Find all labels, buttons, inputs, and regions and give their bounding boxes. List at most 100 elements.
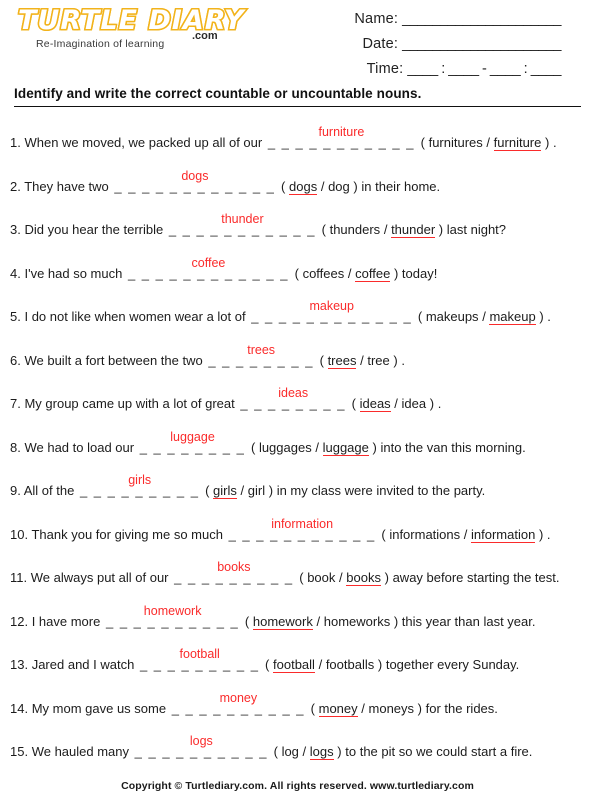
- answer-blank[interactable]: _ _ _ _ _ _ _ _ ideas: [238, 387, 348, 414]
- choice-option-b[interactable]: footballs: [326, 657, 374, 672]
- choice-group: ( luggages / luggage ): [251, 439, 377, 456]
- paren-open: (: [294, 265, 299, 281]
- choice-option-a[interactable]: dogs: [289, 178, 318, 195]
- question-number: 4.: [10, 265, 21, 281]
- brand-logo[interactable]: TURTLE DIARY .com Re-Imagination of lear…: [14, 4, 246, 50]
- answer-blank[interactable]: _ _ _ _ _ _ _ _ _ _ _ _ makeup: [249, 300, 414, 327]
- choice-option-a[interactable]: thunders: [330, 222, 381, 237]
- choice-option-a[interactable]: book: [307, 570, 335, 585]
- time-input-rule[interactable]: ____ : ____ - ____ : ____: [407, 61, 561, 77]
- question-line: 9. All of the _ _ _ _ _ _ _ _ _ girls ( g…: [10, 474, 486, 501]
- choice-separator: /: [318, 657, 323, 672]
- question-number: 14.: [10, 700, 29, 716]
- choice-option-b[interactable]: girl: [248, 483, 265, 498]
- choice-option-a[interactable]: girls: [213, 483, 237, 499]
- choice-option-a[interactable]: luggages: [259, 440, 312, 455]
- answer-blank[interactable]: _ _ _ _ _ _ _ _ _ _ _ _ coffee: [126, 256, 291, 284]
- paren-close: ): [438, 222, 444, 237]
- choice-option-a[interactable]: coffees: [303, 266, 345, 281]
- choice-option-a[interactable]: trees: [327, 352, 357, 369]
- choice-group: ( football / footballs ): [265, 657, 382, 673]
- choice-option-a[interactable]: log: [282, 744, 299, 759]
- title-divider: [14, 106, 581, 107]
- question-text-after-choices: last night?: [446, 222, 507, 237]
- question-number: 2.: [10, 178, 21, 194]
- choice-option-b[interactable]: idea: [402, 396, 427, 411]
- choice-group: ( furnitures / furniture ): [420, 135, 550, 151]
- answer-blank[interactable]: _ _ _ _ _ _ _ _ trees: [206, 343, 316, 371]
- choice-option-b[interactable]: moneys: [369, 701, 415, 716]
- question-number: 8.: [10, 439, 21, 455]
- answer-blank[interactable]: _ _ _ _ _ _ _ _ _ girls: [78, 474, 201, 501]
- choice-option-a[interactable]: furnitures: [429, 135, 483, 150]
- name-input-rule[interactable]: _____________________: [402, 11, 561, 27]
- choice-group: ( homework / homeworks ): [245, 613, 398, 630]
- answer-blank[interactable]: _ _ _ _ _ _ _ _ luggage: [138, 430, 248, 458]
- choice-option-a[interactable]: makeups: [426, 309, 479, 324]
- answer-blank[interactable]: _ _ _ _ _ _ _ _ _ _ _ _ dogs: [112, 169, 277, 197]
- question-text-before-blank: Jared and I watch: [31, 657, 135, 672]
- answer-blank[interactable]: _ _ _ _ _ _ _ _ _ _ homework: [104, 604, 241, 632]
- filled-answer: luggage: [170, 429, 215, 444]
- choice-option-a[interactable]: ideas: [359, 396, 391, 412]
- choice-option-b[interactable]: books: [346, 570, 381, 586]
- question-number: 15.: [10, 744, 29, 759]
- choice-option-b[interactable]: luggage: [322, 439, 369, 456]
- question-text-before-blank: Did you hear the terrible: [24, 222, 164, 237]
- question-text-after-choices: in my class were invited to the party.: [276, 483, 486, 498]
- answer-blank[interactable]: _ _ _ _ _ _ _ _ _ _ money: [170, 691, 307, 719]
- answer-blank[interactable]: _ _ _ _ _ _ _ _ _ books: [172, 561, 295, 588]
- choice-option-b[interactable]: dog: [328, 179, 350, 194]
- answer-blank[interactable]: _ _ _ _ _ _ _ _ _ _ _ information: [227, 517, 378, 545]
- choice-separator: /: [482, 309, 486, 324]
- choice-option-b[interactable]: logs: [309, 744, 334, 760]
- paren-close: ): [353, 178, 358, 194]
- choice-separator: /: [463, 526, 468, 542]
- choice-group: ( ideas / idea ): [352, 396, 434, 412]
- choice-option-a[interactable]: informations: [389, 527, 460, 542]
- choice-option-b[interactable]: information: [471, 526, 536, 543]
- date-input-rule[interactable]: _____________________: [402, 36, 561, 52]
- answer-blank[interactable]: _ _ _ _ _ _ _ _ _ _ logs: [133, 735, 270, 762]
- question-line: 13. Jared and I watch _ _ _ _ _ _ _ _ _ f…: [10, 648, 519, 675]
- answer-blank[interactable]: _ _ _ _ _ _ _ _ _ _ _ furniture: [266, 126, 417, 153]
- question-text-after-choices: .: [552, 135, 557, 150]
- choice-option-b[interactable]: tree: [367, 353, 389, 368]
- answer-blank[interactable]: _ _ _ _ _ _ _ _ _ _ _ thunder: [167, 213, 318, 240]
- choice-option-a[interactable]: money: [318, 700, 358, 717]
- paren-open: (: [321, 222, 326, 237]
- question-text-before-blank: My mom gave us some: [31, 700, 167, 716]
- choice-option-b[interactable]: furniture: [493, 135, 542, 151]
- question-text-before-blank: My group came up with a lot of great: [24, 396, 235, 411]
- paren-close: ): [417, 700, 423, 716]
- choice-group: ( trees / tree ): [320, 352, 398, 369]
- paren-open: (: [281, 178, 286, 194]
- question-line: 4. I've had so much _ _ _ _ _ _ _ _ _ _ …: [10, 256, 438, 284]
- paren-close: ): [545, 135, 550, 150]
- paren-open: (: [420, 135, 425, 150]
- question-text-after-choices: .: [547, 309, 551, 324]
- choice-separator: /: [394, 396, 398, 411]
- question-text-before-blank: We always put all of our: [30, 570, 169, 585]
- question-text-after-choices: today!: [401, 265, 438, 281]
- question-text-before-blank: Thank you for giving me so much: [31, 526, 223, 542]
- choice-option-b[interactable]: makeup: [489, 309, 536, 325]
- filled-answer: books: [217, 560, 251, 574]
- time-field-row: Time: ____ : ____ - ____ : ____: [354, 58, 562, 80]
- choice-option-b[interactable]: homeworks: [324, 614, 390, 629]
- paren-close: ): [393, 265, 399, 281]
- choice-separator: /: [315, 439, 319, 455]
- question-row: 15. We hauled many _ _ _ _ _ _ _ _ _ _ lo…: [10, 735, 585, 786]
- question-line: 6. We built a fort between the two _ _ _…: [10, 343, 405, 371]
- choice-option-b[interactable]: coffee: [355, 265, 391, 282]
- question-row: 1. When we moved, we packed up all of ou…: [10, 126, 585, 177]
- question-number: 9.: [10, 483, 21, 498]
- choice-option-b[interactable]: thunder: [391, 222, 436, 238]
- answer-blank[interactable]: _ _ _ _ _ _ _ _ _ football: [138, 648, 261, 675]
- choice-option-a[interactable]: football: [273, 657, 315, 673]
- choice-group: ( money / moneys ): [311, 700, 423, 717]
- copyright-footer: Copyright © Turtlediary.com. All rights …: [121, 780, 474, 792]
- choice-option-a[interactable]: homework: [252, 613, 313, 630]
- choice-group: ( girls / girl ): [205, 483, 273, 499]
- question-row: 7. My group came up with a lot of great …: [10, 387, 585, 438]
